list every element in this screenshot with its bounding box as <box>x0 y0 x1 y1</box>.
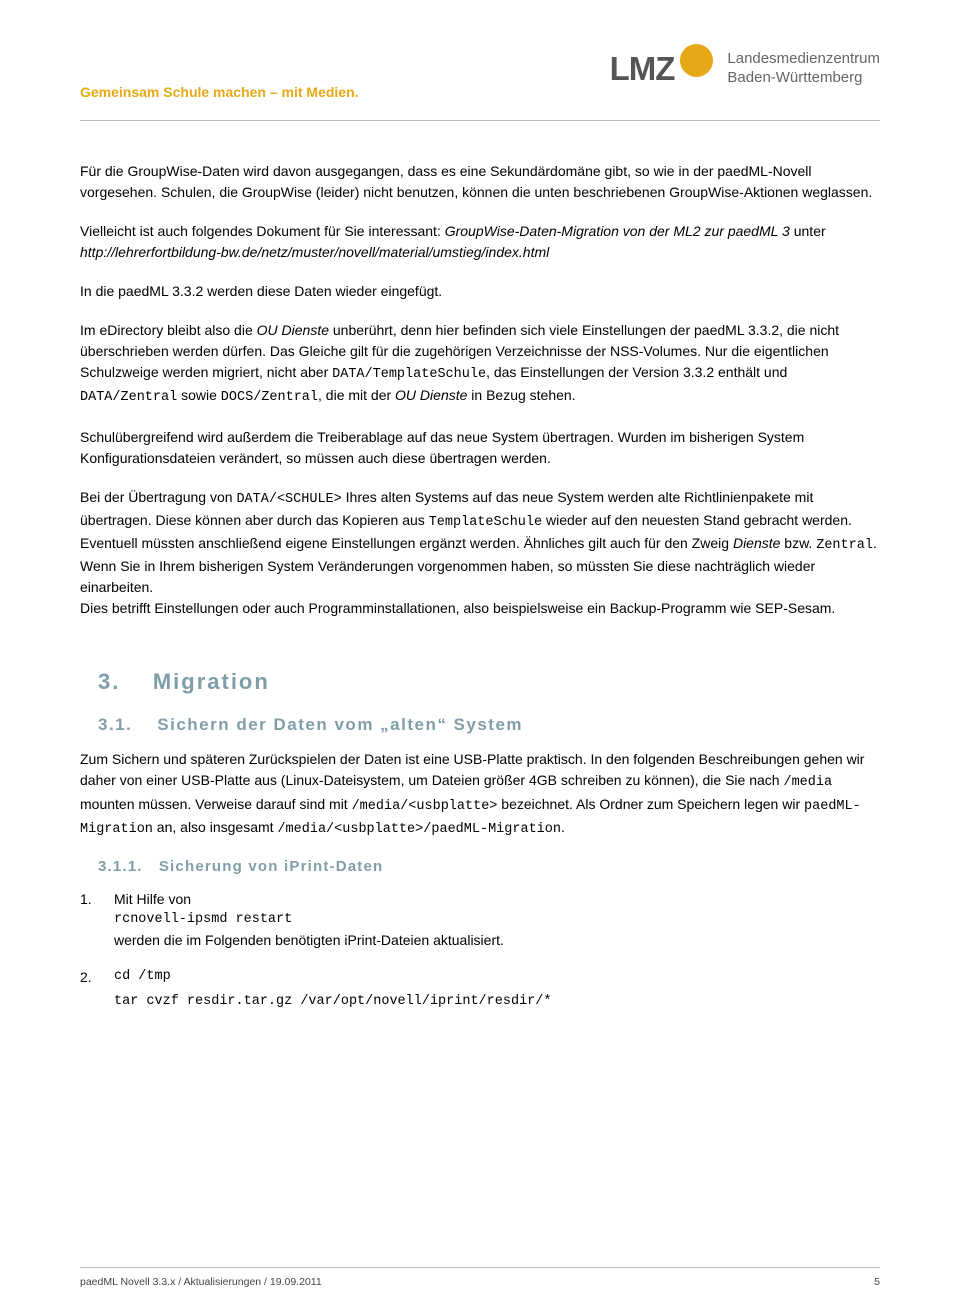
para-3: In die paedML 3.3.2 werden diese Daten w… <box>80 281 880 302</box>
p6f: Dies betrifft Einstellungen oder auch Pr… <box>80 600 835 616</box>
org-line1: Landesmedienzentrum <box>727 50 880 67</box>
tagline: Gemeinsam Schule machen – mit Medien. <box>80 84 359 100</box>
p2-pre: Vielleicht ist auch folgendes Dokument f… <box>80 223 445 239</box>
para-5: Schulübergreifend wird außerdem die Trei… <box>80 427 880 469</box>
para-4: Im eDirectory bleibt also die OU Dienste… <box>80 320 880 409</box>
p4a: Im eDirectory bleibt also die <box>80 322 257 338</box>
h2-num: 3. <box>98 669 120 694</box>
page-header: Gemeinsam Schule machen – mit Medien. LM… <box>80 50 880 121</box>
h3-num: 3.1. <box>98 715 132 734</box>
h3-text: Sichern der Daten vom „alten“ System <box>157 715 523 734</box>
footer-page-number: 5 <box>874 1276 880 1288</box>
p2-url[interactable]: http://lehrerfortbildung-bw.de/netz/must… <box>80 244 549 260</box>
body-text: Für die GroupWise-Daten wird davon ausge… <box>80 161 880 1012</box>
logo-area: LMZ Landesmedienzentrum Baden-Württember… <box>610 50 880 88</box>
s31-m2: /media/<usbplatte> <box>352 799 498 814</box>
p4-ou2: OU Dienste <box>395 387 467 403</box>
page: Gemeinsam Schule machen – mit Medien. LM… <box>0 0 960 1313</box>
heading-31: 3.1. Sichern der Daten vom „alten“ Syste… <box>98 715 880 735</box>
p4c: , das Einstellungen der Version 3.3.2 en… <box>486 364 787 380</box>
p6-m1: DATA/<SCHULE> <box>236 492 341 507</box>
s31b: mounten müssen. Verweise darauf sind mit <box>80 796 352 812</box>
step-1: 1. Mit Hilfe von rcnovell-ipsmd restart … <box>80 889 880 951</box>
s31d: an, also insgesamt <box>153 819 278 835</box>
p6-i1: Dienste <box>733 535 780 551</box>
logo-orb-icon <box>680 44 713 77</box>
step-2-num: 2. <box>80 967 114 1012</box>
s31c: bezeichnet. Als Ordner zum Speichern leg… <box>497 796 804 812</box>
h2-text: Migration <box>153 669 270 694</box>
heading-311: 3.1.1. Sicherung von iPrint-Daten <box>98 858 880 875</box>
p6d: bzw. <box>780 535 816 551</box>
p6-m2: TemplateSchule <box>429 515 542 530</box>
para-6: Bei der Übertragung von DATA/<SCHULE> Ih… <box>80 487 880 620</box>
org-line2: Baden-Württemberg <box>727 69 862 86</box>
footer-left: paedML Novell 3.3.x / Aktualisierungen /… <box>80 1276 322 1288</box>
s2-cmd1: cd /tmp <box>114 967 880 987</box>
logo-text: LMZ <box>610 50 675 88</box>
p6a: Bei der Übertragung von <box>80 489 236 505</box>
s31-m1: /media <box>783 775 832 790</box>
s1a: Mit Hilfe von <box>114 891 191 907</box>
s31e: . <box>561 819 565 835</box>
s1b: werden die im Folgenden benötigten iPrin… <box>114 932 504 948</box>
p6-m3: Zentral <box>816 538 873 553</box>
p4-ou: OU Dienste <box>257 322 329 338</box>
h4-text: Sicherung von iPrint-Daten <box>159 858 384 875</box>
step-2-body: cd /tmp tar cvzf resdir.tar.gz /var/opt/… <box>114 967 880 1012</box>
p2-mid: unter <box>790 223 826 239</box>
p4f: in Bezug stehen. <box>467 387 575 403</box>
p4e: , die mit der <box>318 387 395 403</box>
para-1: Für die GroupWise-Daten wird davon ausge… <box>80 161 880 203</box>
s31-m4: /media/<usbplatte>/paedML-Migration <box>277 822 561 837</box>
step-2: 2. cd /tmp tar cvzf resdir.tar.gz /var/o… <box>80 967 880 1012</box>
page-footer: paedML Novell 3.3.x / Aktualisierungen /… <box>80 1267 880 1288</box>
org-name: Landesmedienzentrum Baden-Württemberg <box>727 50 880 88</box>
h4-num: 3.1.1. <box>98 858 143 875</box>
step-1-body: Mit Hilfe von rcnovell-ipsmd restart wer… <box>114 889 880 951</box>
p4-m2: DATA/Zentral <box>80 390 177 405</box>
s31a: Zum Sichern und späteren Zurückspielen d… <box>80 751 864 788</box>
para-2: Vielleicht ist auch folgendes Dokument f… <box>80 221 880 263</box>
section-31-para: Zum Sichern und späteren Zurückspielen d… <box>80 749 880 840</box>
s2-cmd2: tar cvzf resdir.tar.gz /var/opt/novell/i… <box>114 992 880 1012</box>
p4-m3: DOCS/Zentral <box>221 390 318 405</box>
heading-migration: 3. Migration <box>98 669 880 695</box>
s1-cmd: rcnovell-ipsmd restart <box>114 910 880 930</box>
p2-doc-title: GroupWise-Daten-Migration von der ML2 zu… <box>445 223 790 239</box>
step-1-num: 1. <box>80 889 114 951</box>
p4d: sowie <box>177 387 221 403</box>
p4-m1: DATA/TemplateSchule <box>332 367 486 382</box>
